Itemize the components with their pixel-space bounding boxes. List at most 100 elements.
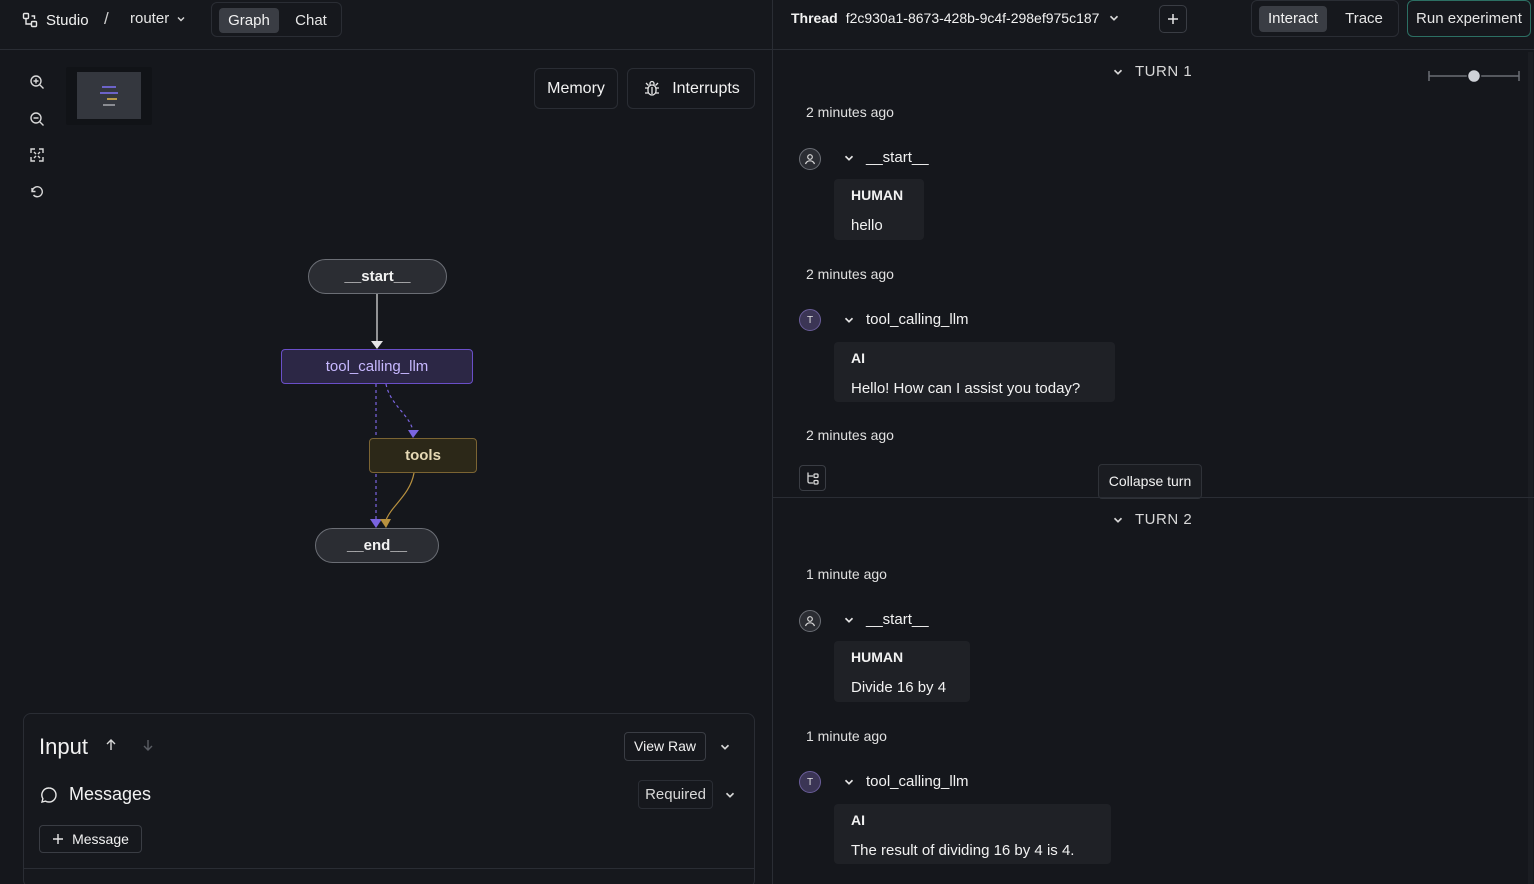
interrupts-label: Interrupts — [672, 79, 740, 97]
minimap[interactable] — [66, 67, 152, 125]
chevron-down-icon — [842, 313, 856, 327]
message-text: The result of dividing 16 by 4 is 4. — [851, 842, 1075, 859]
memory-button[interactable]: Memory — [534, 68, 618, 109]
turn-label: TURN 1 — [1135, 63, 1193, 80]
chevron-down-icon[interactable] — [723, 788, 737, 802]
studio-icon — [22, 12, 38, 28]
chevron-down-icon — [842, 151, 856, 165]
step-node-header[interactable]: tool_calling_llm — [842, 311, 969, 328]
chevron-down-icon — [842, 613, 856, 627]
graph-node-tools[interactable]: tools — [369, 438, 477, 473]
add-message-label: Message — [72, 831, 129, 847]
step-timestamp: 1 minute ago — [806, 728, 887, 744]
chat-bubble-icon — [39, 785, 59, 805]
breadcrumb-separator: / — [104, 9, 109, 28]
arrow-up-icon[interactable] — [104, 738, 118, 752]
step-timestamp: 1 minute ago — [806, 566, 887, 582]
zoom-in-button[interactable] — [22, 67, 51, 96]
zoom-out-icon — [29, 111, 45, 127]
reset-icon — [29, 184, 45, 200]
message-bubble[interactable]: HUMAN hello — [834, 179, 924, 240]
message-bubble[interactable]: AI The result of dividing 16 by 4 is 4. — [834, 804, 1111, 864]
user-avatar — [799, 610, 821, 632]
view-toggle: Graph Chat — [211, 2, 342, 37]
collapse-turn-button[interactable] — [799, 465, 826, 491]
fit-view-button[interactable] — [22, 140, 51, 169]
step-node-header[interactable]: tool_calling_llm — [842, 773, 969, 790]
collapse-turn-tooltip: Collapse turn — [1098, 464, 1202, 499]
step-node-name: __start__ — [866, 611, 929, 628]
add-message-button[interactable]: Message — [39, 825, 142, 853]
turn-end-timestamp: 2 minutes ago — [806, 427, 894, 443]
run-experiment-button[interactable]: Run experiment — [1407, 0, 1531, 37]
graph-node-tool-calling-llm[interactable]: tool_calling_llm — [281, 349, 473, 384]
zoom-out-button[interactable] — [22, 104, 51, 133]
thread-label: Thread — [791, 10, 838, 26]
turn-label: TURN 2 — [1135, 511, 1193, 528]
divider — [24, 868, 754, 869]
message-bubble[interactable]: AI Hello! How can I assist you today? — [834, 342, 1115, 402]
user-icon — [803, 614, 817, 628]
graph-node-end[interactable]: __end__ — [315, 528, 439, 563]
top-bar: Studio / router Graph Chat Thread f2c930… — [0, 0, 1534, 50]
turn-2-header[interactable]: TURN 2 — [1111, 511, 1192, 528]
reset-button[interactable] — [22, 177, 51, 206]
step-node-name: tool_calling_llm — [866, 773, 969, 790]
tab-interact[interactable]: Interact — [1259, 6, 1327, 32]
thread-id: f2c930a1-8673-428b-9c4f-298ef975c187 — [845, 10, 1100, 26]
llm-avatar: T — [799, 771, 821, 793]
llm-avatar: T — [799, 309, 821, 331]
messages-field-label: Messages — [39, 784, 151, 805]
mode-toggle: Interact Trace — [1251, 0, 1399, 37]
view-raw-button[interactable]: View Raw — [624, 732, 706, 761]
turn-separator — [773, 497, 1534, 498]
studio-label: Studio — [46, 11, 89, 29]
studio-link[interactable]: Studio — [22, 10, 89, 30]
message-role: HUMAN — [851, 649, 904, 665]
chevron-down-icon — [842, 775, 856, 789]
step-timestamp: 2 minutes ago — [806, 104, 894, 120]
thread-scrollbar[interactable] — [1528, 52, 1533, 884]
plus-icon — [1166, 12, 1180, 26]
arrow-down-icon[interactable] — [141, 738, 155, 752]
chevron-down-icon — [1111, 513, 1125, 527]
message-role: HUMAN — [851, 187, 904, 203]
graph-selector[interactable]: router — [130, 10, 187, 27]
thread-selector[interactable]: Thread f2c930a1-8673-428b-9c4f-298ef975c… — [791, 10, 1121, 26]
interrupts-button[interactable]: Interrupts — [627, 68, 755, 109]
step-node-header[interactable]: __start__ — [842, 149, 929, 166]
chevron-down-icon[interactable] — [718, 740, 732, 754]
message-text: Divide 16 by 4 — [851, 679, 947, 696]
user-icon — [803, 152, 817, 166]
turn-1-header[interactable]: TURN 1 — [1111, 63, 1192, 80]
chevron-down-icon — [1107, 11, 1121, 25]
new-thread-button[interactable] — [1159, 5, 1187, 33]
user-avatar — [799, 148, 821, 170]
tab-trace[interactable]: Trace — [1336, 6, 1392, 32]
message-role: AI — [851, 812, 865, 828]
messages-label: Messages — [69, 784, 152, 804]
graph-name: router — [130, 10, 170, 27]
tab-graph[interactable]: Graph — [219, 8, 279, 33]
collapse-icon — [805, 470, 821, 486]
bug-icon — [642, 79, 662, 99]
step-node-header[interactable]: __start__ — [842, 611, 929, 628]
step-timestamp: 2 minutes ago — [806, 266, 894, 282]
turn-slider[interactable] — [1428, 67, 1520, 85]
minimap-viewport — [77, 72, 141, 119]
step-node-name: __start__ — [866, 149, 929, 166]
panel-divider[interactable] — [772, 0, 773, 884]
plus-icon — [52, 833, 64, 845]
tab-chat[interactable]: Chat — [288, 8, 334, 33]
message-text: Hello! How can I assist you today? — [851, 380, 1081, 397]
step-node-name: tool_calling_llm — [866, 311, 969, 328]
input-title: Input — [39, 734, 88, 759]
message-text: hello — [851, 217, 883, 234]
required-select[interactable]: Required — [638, 780, 713, 809]
message-role: AI — [851, 350, 865, 366]
message-bubble[interactable]: HUMAN Divide 16 by 4 — [834, 641, 970, 702]
graph-node-start[interactable]: __start__ — [308, 259, 447, 294]
memory-label: Memory — [547, 79, 605, 97]
chevron-down-icon — [1111, 65, 1125, 79]
fit-view-icon — [29, 147, 45, 163]
